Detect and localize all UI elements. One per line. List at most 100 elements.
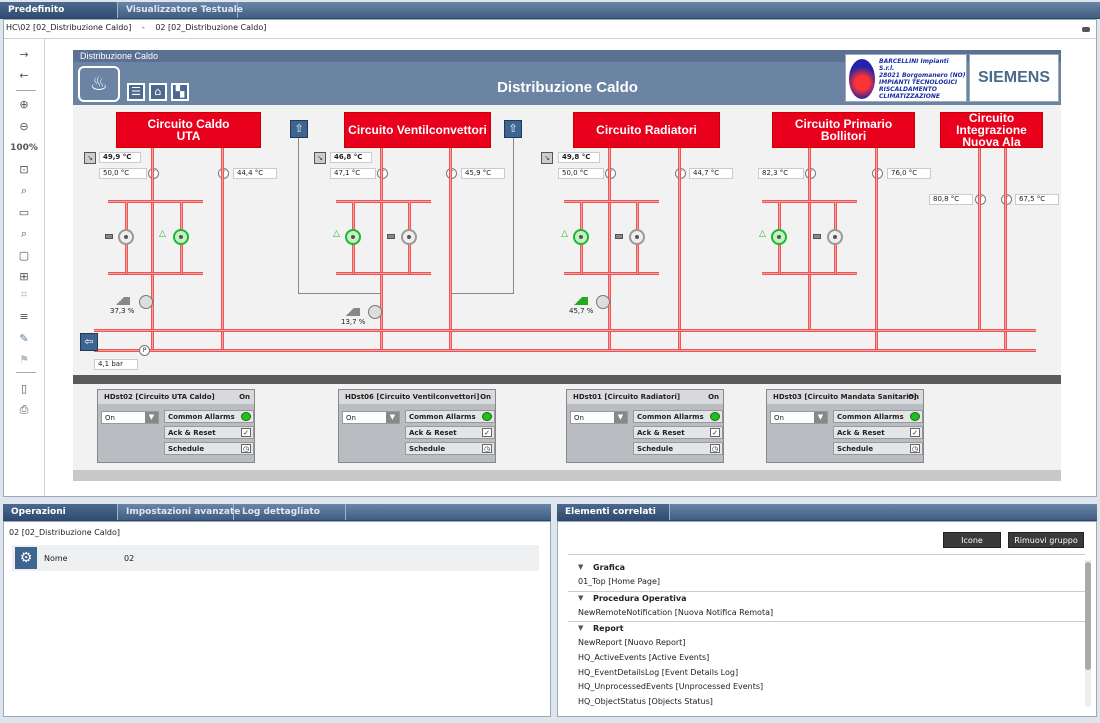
pump-icon[interactable]	[401, 229, 417, 245]
pump-icon[interactable]	[118, 229, 134, 245]
setpoint-value[interactable]: 46,8 °C	[330, 152, 372, 163]
sitemap-icon[interactable]: ▚	[171, 83, 189, 101]
chevron-down-icon[interactable]: ▼	[145, 412, 158, 423]
navigate-up-button[interactable]: ⇧	[290, 120, 308, 138]
breadcrumb-current[interactable]: 02 [02_Distribuzione Caldo]	[155, 23, 266, 32]
pump-icon[interactable]	[827, 229, 843, 245]
magnifier-icon[interactable]: ⌕	[14, 227, 34, 241]
flow-temp[interactable]: 50,0 °C	[99, 168, 147, 179]
return-temp[interactable]: 44,4 °C	[233, 168, 277, 179]
comment-icon[interactable]: ✎	[14, 331, 34, 345]
tab-impostazioni-avanzate[interactable]: Impostazioni avanzate	[118, 504, 240, 520]
forward-arrow-icon[interactable]: →	[14, 47, 34, 61]
setpoint-icon[interactable]: ↘	[314, 152, 326, 164]
mode-select[interactable]: On ▼	[101, 411, 159, 424]
ack-reset-row[interactable]: Ack & Reset ✓	[405, 426, 495, 439]
print-icon[interactable]: ⎙	[14, 403, 34, 417]
pump-running-icon[interactable]	[345, 229, 361, 245]
flow-temp[interactable]: 50,0 °C	[558, 168, 604, 179]
common-alarms-row[interactable]: Common Allarms	[833, 410, 923, 423]
mode-select[interactable]: On ▼	[570, 411, 628, 424]
mixing-valve-icon[interactable]	[139, 295, 153, 309]
chevron-down-icon[interactable]: ▼	[614, 412, 627, 423]
navigate-up-button[interactable]: ⇧	[504, 120, 522, 138]
zoom-in-icon[interactable]: ⊕	[14, 97, 34, 111]
collapse-arrow-icon[interactable]: ▼	[578, 563, 583, 571]
layers-icon[interactable]: ⊞	[14, 269, 34, 283]
common-alarms-row[interactable]: Common Allarms	[405, 410, 495, 423]
list-item[interactable]: 01_Top [Home Page]	[578, 577, 660, 586]
frame-icon[interactable]: ▭	[14, 205, 34, 219]
group-header[interactable]: Report	[593, 624, 624, 633]
ack-reset-row[interactable]: Ack & Reset ✓	[164, 426, 254, 439]
chevron-down-icon[interactable]: ▼	[814, 412, 827, 423]
common-alarms-row[interactable]: Common Allarms	[633, 410, 723, 423]
document-icon[interactable]: ▯	[14, 381, 34, 395]
flag-icon[interactable]: ⚑	[14, 352, 34, 366]
zoom-level[interactable]: 100%	[10, 141, 38, 155]
setpoint-value[interactable]: 49,9 °C	[99, 152, 141, 163]
collapse-arrow-icon[interactable]: ▼	[578, 624, 583, 632]
chevron-down-icon[interactable]: ▼	[386, 412, 399, 423]
schedule-row[interactable]: Schedule ◷	[833, 442, 923, 455]
back-arrow-icon[interactable]: ←	[14, 68, 34, 82]
scrollbar-thumb[interactable]	[1085, 562, 1091, 670]
remove-group-button[interactable]: Rimuovi gruppo	[1008, 532, 1084, 548]
select-icon[interactable]: ⌗	[14, 288, 34, 302]
pump-running-icon[interactable]	[771, 229, 787, 245]
icone-button[interactable]: Icone	[943, 532, 1001, 548]
setpoint-icon[interactable]: ↘	[541, 152, 553, 164]
mixing-valve-icon[interactable]	[596, 295, 610, 309]
tab-visualizzatore-testuale[interactable]: Visualizzatore Testuale	[118, 2, 243, 18]
flow-temp[interactable]: 82,3 °C	[758, 168, 804, 179]
scroll-track[interactable]	[73, 470, 1061, 481]
tab-predefinito[interactable]: Predefinito	[0, 2, 118, 18]
schedule-row[interactable]: Schedule ◷	[164, 442, 254, 455]
search-icon[interactable]: ⌕	[14, 184, 34, 198]
list-icon[interactable]: ≡	[14, 309, 34, 323]
mixing-valve-icon[interactable]	[368, 305, 382, 319]
mode-select[interactable]: On ▼	[342, 411, 400, 424]
fit-icon[interactable]: ⊡	[14, 162, 34, 176]
breadcrumb-path[interactable]: HC\02 [02_Distribuzione Caldo]	[6, 23, 131, 32]
home-icon[interactable]: ⌂	[149, 83, 167, 101]
tab-elementi-correlati[interactable]: Elementi correlati	[557, 504, 670, 520]
manifold	[336, 272, 431, 275]
pump-running-icon[interactable]	[173, 229, 189, 245]
ack-reset-row[interactable]: Ack & Reset ✓	[833, 426, 923, 439]
list-item[interactable]: NewRemoteNotification [Nuova Notifica Re…	[578, 608, 773, 617]
group-header[interactable]: Grafica	[593, 563, 625, 572]
list-item[interactable]: HQ_UnprocessedEvents [Unprocessed Events…	[578, 682, 763, 691]
return-temp[interactable]: 67,5 °C	[1015, 194, 1059, 205]
group-header[interactable]: Procedura Operativa	[593, 594, 687, 603]
list-item[interactable]: NewReport [Nuovo Report]	[578, 638, 685, 647]
pin-icon[interactable]	[1082, 27, 1090, 32]
setpoint-value[interactable]: 49,8 °C	[558, 152, 600, 163]
zoom-out-icon[interactable]: ⊖	[14, 119, 34, 133]
schedule-row[interactable]: Schedule ◷	[633, 442, 723, 455]
return-temp[interactable]: 76,0 °C	[887, 168, 931, 179]
setpoint-icon[interactable]: ↘	[84, 152, 96, 164]
pump-running-icon[interactable]	[573, 229, 589, 245]
list-item[interactable]: HQ_EventDetailsLog [Event Details Log]	[578, 668, 738, 677]
mode-select[interactable]: On ▼	[770, 411, 828, 424]
ack-reset-row[interactable]: Ack & Reset ✓	[633, 426, 723, 439]
schedule-row[interactable]: Schedule ◷	[405, 442, 495, 455]
tab-operazioni[interactable]: Operazioni	[3, 504, 118, 520]
pressure-sensor-icon[interactable]: P	[139, 345, 150, 356]
flow-temp[interactable]: 47,1 °C	[330, 168, 376, 179]
return-temp[interactable]: 45,9 °C	[461, 168, 505, 179]
menu-list-icon[interactable]: ☰	[127, 83, 145, 101]
collapse-arrow-icon[interactable]: ▼	[578, 594, 583, 602]
common-alarms-row[interactable]: Common Allarms	[164, 410, 254, 423]
list-item[interactable]: HQ_ObjectStatus [Objects Status]	[578, 697, 713, 706]
pump-icon[interactable]	[629, 229, 645, 245]
tab-log-dettagliato[interactable]: Log dettagliato	[234, 504, 346, 520]
fullscreen-icon[interactable]: ▢	[14, 248, 34, 262]
return-temp[interactable]: 44,7 °C	[689, 168, 733, 179]
navigate-back-button[interactable]: ⇦	[80, 333, 98, 351]
list-item[interactable]: HQ_ActiveEvents [Active Events]	[578, 653, 709, 662]
pressure-value[interactable]: 4,1 bar	[94, 359, 138, 370]
property-value[interactable]: 02	[124, 554, 134, 563]
flow-temp[interactable]: 80,8 °C	[929, 194, 973, 205]
